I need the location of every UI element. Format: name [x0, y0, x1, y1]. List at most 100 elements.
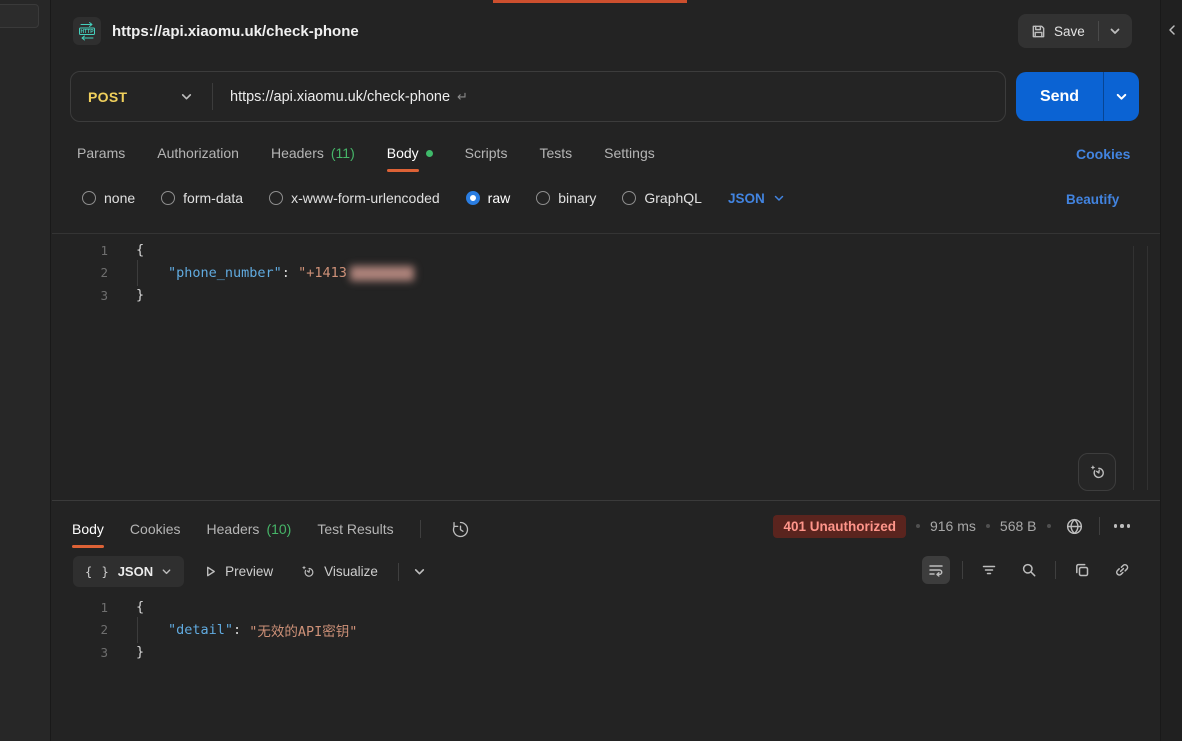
send-options-button[interactable]	[1104, 72, 1139, 121]
visualize-button[interactable]: Visualize	[293, 563, 384, 580]
collapse-panel-arrow-icon[interactable]	[1166, 24, 1178, 36]
response-headers-count: (10)	[266, 521, 291, 537]
chevron-down-icon	[1109, 25, 1121, 37]
response-history-button[interactable]	[447, 515, 475, 543]
search-icon	[1021, 562, 1037, 578]
cookies-link[interactable]: Cookies	[1076, 146, 1130, 162]
body-type-row: none form-data x-www-form-urlencoded raw…	[82, 190, 785, 206]
response-tab-headers[interactable]: Headers(10)	[207, 521, 292, 537]
sidebar-collapsed-item[interactable]	[0, 4, 39, 28]
save-button-label: Save	[1054, 24, 1085, 39]
separator-dot	[986, 524, 990, 528]
response-format-select[interactable]: { } JSON	[73, 556, 184, 587]
floppy-disk-icon	[1031, 24, 1046, 39]
tab-headers[interactable]: Headers(11)	[271, 145, 355, 161]
copy-button[interactable]	[1068, 556, 1096, 584]
request-tabs: Params Authorization Headers(11) Body Sc…	[77, 145, 655, 161]
response-tab-body[interactable]: Body	[72, 521, 104, 537]
enter-key-hint: ↵	[457, 89, 468, 104]
radio-icon	[82, 191, 96, 205]
postbot-button[interactable]	[1078, 453, 1116, 491]
more-formats-chevron-icon[interactable]	[413, 565, 426, 578]
save-button[interactable]: Save	[1018, 14, 1098, 48]
send-button[interactable]: Send	[1016, 72, 1103, 121]
share-link-button[interactable]	[1108, 556, 1136, 584]
request-title: https://api.xiaomu.uk/check-phone	[112, 23, 359, 40]
http-method-icon: HTTP	[73, 17, 101, 45]
body-content-dot	[426, 150, 433, 157]
tab-body[interactable]: Body	[387, 145, 433, 161]
copy-icon	[1074, 562, 1090, 578]
body-type-binary[interactable]: binary	[536, 190, 596, 206]
response-status-cluster: 401 Unauthorized 916 ms 568 B	[773, 512, 1134, 540]
chevron-down-icon	[773, 192, 785, 204]
active-tab-indicator	[493, 0, 687, 3]
body-type-urlencoded[interactable]: x-www-form-urlencoded	[269, 190, 440, 206]
play-icon	[204, 565, 217, 578]
method-select[interactable]: POST	[71, 89, 212, 105]
request-body-editor[interactable]: 1 { 2 "phone_number": "+1413 3 }	[52, 233, 1160, 500]
tab-settings[interactable]: Settings	[604, 145, 655, 161]
network-info-button[interactable]	[1061, 512, 1089, 540]
response-tab-cookies[interactable]: Cookies	[130, 521, 181, 537]
indent-guide	[136, 619, 168, 642]
divider	[962, 561, 963, 579]
code-line: 3 }	[52, 284, 1160, 307]
visualize-sparkle-icon	[299, 563, 316, 580]
chevron-down-icon	[1115, 90, 1128, 103]
filter-icon	[981, 562, 997, 578]
history-clock-icon	[450, 519, 471, 540]
separator-dot	[916, 524, 920, 528]
code-line: 2 "phone_number": "+1413	[52, 262, 1160, 285]
editor-scroll-gutter	[1147, 246, 1148, 490]
response-tabs: Body Cookies Headers(10) Test Results	[72, 515, 475, 543]
tab-scripts[interactable]: Scripts	[465, 145, 508, 161]
status-badge[interactable]: 401 Unauthorized	[773, 515, 906, 538]
separator-dot	[1047, 524, 1051, 528]
radio-icon	[622, 191, 636, 205]
beautify-link[interactable]: Beautify	[1066, 192, 1119, 207]
url-input[interactable]: https://api.xiaomu.uk/check-phone↵	[230, 89, 468, 105]
response-size[interactable]: 568 B	[1000, 518, 1037, 534]
code-line: 1 {	[52, 239, 1160, 262]
body-type-raw[interactable]: raw	[466, 190, 511, 206]
save-button-group: Save	[1018, 14, 1132, 48]
headers-count: (11)	[331, 145, 355, 161]
indent-guide	[136, 262, 168, 285]
response-tab-test-results[interactable]: Test Results	[317, 521, 393, 537]
tab-authorization[interactable]: Authorization	[157, 145, 239, 161]
radio-icon	[161, 191, 175, 205]
raw-format-select[interactable]: JSON	[728, 191, 785, 206]
body-type-none[interactable]: none	[82, 190, 135, 206]
response-body-editor[interactable]: 1 { 2 "detail": "无效的API密钥" 3 }	[52, 596, 1160, 664]
code-line: 1 {	[52, 596, 1160, 619]
tab-tests[interactable]: Tests	[539, 145, 572, 161]
divider	[398, 563, 399, 581]
response-time[interactable]: 916 ms	[930, 518, 976, 534]
right-rail	[1160, 0, 1182, 741]
editor-scroll-gutter	[1133, 246, 1134, 490]
preview-button[interactable]: Preview	[198, 564, 279, 579]
braces-icon: { }	[85, 565, 110, 579]
method-label: POST	[88, 89, 127, 105]
word-wrap-icon	[928, 562, 944, 578]
send-button-group: Send	[1016, 72, 1139, 121]
chevron-down-icon	[161, 566, 172, 577]
more-options-button[interactable]	[1110, 520, 1135, 532]
search-button[interactable]	[1015, 556, 1043, 584]
tab-params[interactable]: Params	[77, 145, 125, 161]
chevron-down-icon	[180, 90, 193, 103]
filter-button[interactable]	[975, 556, 1003, 584]
url-bar-divider	[212, 83, 213, 110]
response-section: Body Cookies Headers(10) Test Results 40…	[52, 500, 1160, 741]
word-wrap-button[interactable]	[922, 556, 950, 584]
body-type-graphql[interactable]: GraphQL	[622, 190, 702, 206]
radio-selected-icon	[466, 191, 480, 205]
divider	[1099, 517, 1100, 535]
redacted-phone-blur	[350, 266, 414, 281]
left-sidebar	[0, 0, 51, 741]
body-type-form-data[interactable]: form-data	[161, 190, 243, 206]
save-options-button[interactable]	[1099, 14, 1132, 48]
response-toolbar-icons	[922, 556, 1136, 584]
api-client-window: HTTP https://api.xiaomu.uk/check-phone S…	[0, 0, 1182, 741]
